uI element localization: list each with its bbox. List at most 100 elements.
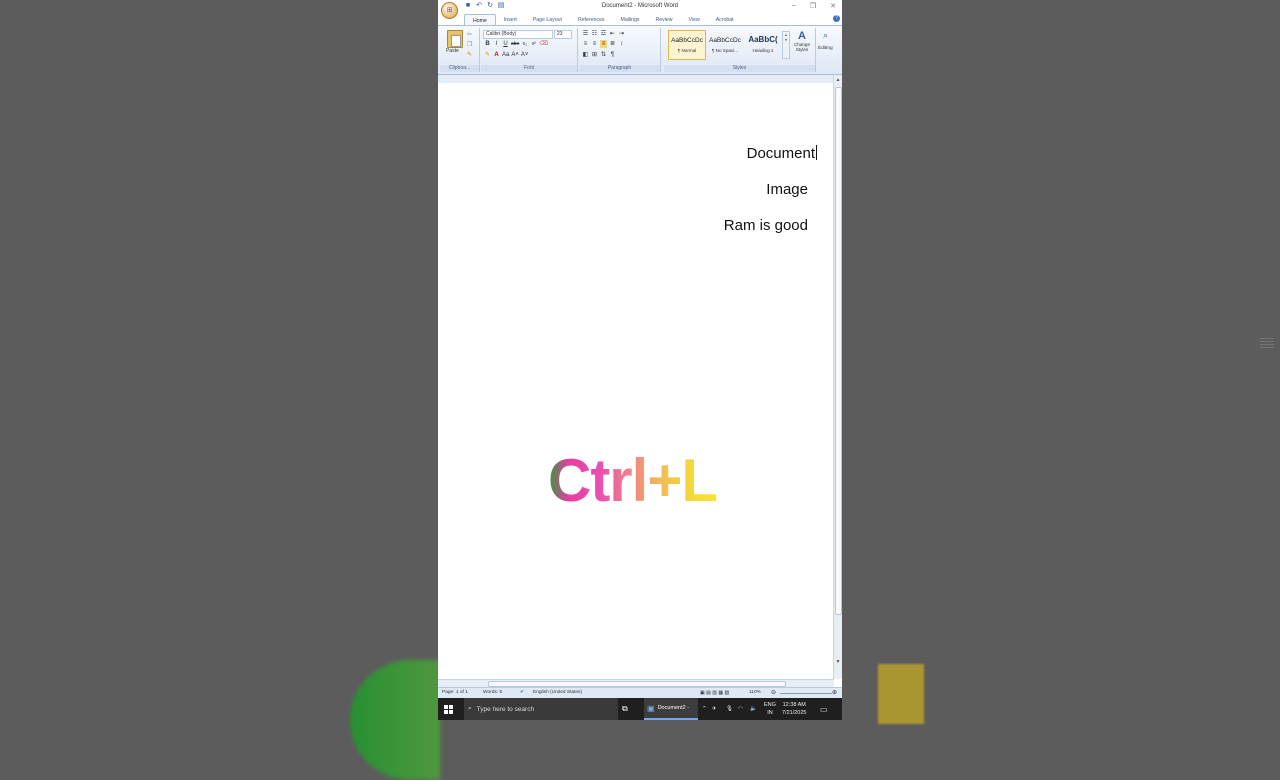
line-spacing-icon[interactable]: ↕ [618, 40, 625, 48]
shading-icon[interactable]: ◧ [582, 51, 589, 59]
page-count[interactable]: Page: 1 of 1 [442, 690, 468, 695]
bullets-icon[interactable]: ☰ [582, 30, 589, 38]
style-sample: AaBbCcDc [709, 37, 741, 44]
align-right-icon[interactable]: ≡ [600, 40, 607, 48]
show-hidden-icons[interactable]: ⌃ [702, 698, 707, 720]
font-family-select[interactable]: Calibri (Body) [483, 30, 553, 39]
bold-button[interactable]: B [484, 40, 491, 48]
word-count[interactable]: Words: 5 [483, 690, 502, 695]
underline-button[interactable]: U [502, 40, 509, 48]
justify-icon[interactable]: ≣ [609, 40, 616, 48]
tab-acrobat[interactable]: Acrobat [708, 14, 742, 25]
horizontal-scrollbar[interactable] [438, 679, 834, 687]
zoom-slider[interactable] [780, 693, 832, 694]
style-no-spacing[interactable]: AaBbCcDc ¶ No Spaci... [706, 30, 744, 60]
numbering-icon[interactable]: ☷ [591, 30, 598, 38]
volume-icon[interactable]: 🔈 [750, 698, 757, 720]
taskbar-search[interactable]: ⌕ Type here to search [464, 698, 618, 720]
notification-icon[interactable]: ▭ [820, 698, 828, 720]
network-off-icon[interactable]: ✈ [712, 698, 717, 720]
style-heading-1[interactable]: AaBbC( Heading 1 [744, 30, 782, 60]
tab-page-layout[interactable]: Page Layout [525, 14, 570, 25]
wifi-icon[interactable]: ◠ [738, 698, 743, 720]
start-button[interactable] [444, 698, 454, 720]
taskbar: ⌕ Type here to search ⧉ ▣ Document2 - ⌃ … [438, 698, 842, 720]
font-size-select[interactable]: 23 [554, 30, 572, 39]
clock[interactable]: 12:38 AM 7/21/2025 [782, 698, 806, 720]
font-color-icon[interactable]: A [493, 51, 500, 59]
search-icon: ⌕ [468, 705, 472, 712]
background-lines [1260, 338, 1274, 350]
language-indicator[interactable]: ENG IN [764, 698, 776, 720]
change-styles-button[interactable]: A Change Styles [790, 30, 814, 52]
styles-group: AaBbCcDc ¶ Normal AaBbCcDc ¶ No Spaci...… [664, 28, 816, 72]
editing-group[interactable]: ⌕ Editing [817, 28, 840, 72]
paste-label: Paste [446, 48, 459, 54]
find-icon: ⌕ [823, 30, 829, 40]
view-buttons-icon[interactable]: ▣ ▤ ▥ ▦ ▧ [700, 690, 729, 696]
multilevel-list-icon[interactable]: ☲ [600, 30, 607, 38]
paragraph-row-1: ☰ ☷ ☲ ⇤ ⇥ [582, 30, 625, 38]
close-button[interactable]: ✕ [830, 2, 836, 10]
align-center-icon[interactable]: ≡ [591, 40, 598, 48]
language-status[interactable]: English (United States) [533, 690, 582, 695]
tab-view[interactable]: View [681, 14, 708, 25]
zoom-level[interactable]: 110% [749, 690, 761, 695]
highlight-icon[interactable]: ✎ [484, 51, 491, 59]
styles-scroll[interactable]: ▴ ▾ [782, 31, 790, 59]
paragraph-row-2: ≡ ≡ ≡ ≣ ↕ [582, 40, 625, 48]
restore-button[interactable]: ❐ [810, 2, 816, 10]
clock-date: 7/21/2025 [782, 710, 807, 716]
help-icon[interactable]: ? [833, 15, 840, 22]
decrease-indent-icon[interactable]: ⇤ [609, 30, 616, 38]
borders-icon[interactable]: ⊞ [591, 51, 598, 59]
format-painter-icon[interactable]: ✎ [467, 51, 472, 58]
tab-mailings[interactable]: Mailings [613, 14, 648, 25]
paste-icon[interactable] [447, 30, 463, 48]
document-line-text: Document [746, 145, 815, 162]
scroll-down-icon[interactable]: ▼ [835, 659, 841, 665]
show-formatting-icon[interactable]: ¶ [609, 51, 616, 59]
zoom-in-icon[interactable]: ⊕ [832, 689, 837, 696]
clear-format-icon[interactable]: ⌫ [539, 40, 547, 48]
tab-insert[interactable]: Insert [496, 14, 525, 25]
sort-icon[interactable]: ⇅ [600, 51, 607, 59]
shortcut-overlay: Ctrl+L [548, 447, 718, 514]
word-window: ⊞ ■ ↶ ↻ ▤ Document2 - Microsoft Word – ❐… [438, 0, 842, 720]
increase-indent-icon[interactable]: ⇥ [618, 30, 625, 38]
change-styles-icon: A [798, 30, 806, 42]
grow-font-icon[interactable]: A˄ [511, 51, 519, 59]
change-case-icon[interactable]: Aa [502, 51, 509, 59]
zoom-out-icon[interactable]: ⊖ [771, 689, 776, 696]
document-page[interactable]: Document Image Ram is good [438, 83, 834, 679]
vertical-scrollbar[interactable]: ▲ ▼ [833, 75, 842, 679]
clipboard-group-label: Clipboa... [440, 65, 479, 72]
subscript-button[interactable]: x₂ [521, 40, 528, 48]
styles-group-label: Styles [664, 65, 815, 72]
task-view-icon[interactable]: ⧉ [622, 698, 628, 720]
align-left-icon[interactable]: ≡ [582, 40, 589, 48]
paragraph-group-label: Paragraph [579, 65, 660, 72]
microphone-icon[interactable]: 🎙 [726, 698, 733, 720]
office-button[interactable]: ⊞ [441, 2, 458, 19]
window-title: Document2 - Microsoft Word [601, 3, 679, 9]
cut-icon[interactable]: ✂ [467, 31, 472, 38]
style-name: ¶ No Spaci... [711, 48, 739, 53]
superscript-button[interactable]: x² [530, 40, 537, 48]
copy-icon[interactable]: ❐ [467, 41, 472, 48]
taskbar-word-label: Document2 - [657, 705, 690, 711]
strikethrough-button[interactable]: abe [511, 40, 519, 48]
italic-button[interactable]: I [493, 40, 500, 48]
shrink-font-icon[interactable]: A˅ [521, 51, 529, 59]
scroll-up-icon[interactable]: ▲ [835, 77, 841, 83]
taskbar-word-item[interactable]: ▣ Document2 - [644, 698, 698, 720]
style-normal[interactable]: AaBbCcDc ¶ Normal [668, 30, 706, 60]
style-sample: AaBbC( [748, 35, 778, 44]
tab-review[interactable]: Review [648, 14, 681, 25]
vertical-scroll-thumb[interactable] [835, 87, 842, 615]
tab-references[interactable]: References [570, 14, 613, 25]
clipboard-group: Paste ✂ ❐ ✎ Clipboa... [440, 28, 480, 72]
minimize-button[interactable]: – [792, 2, 796, 10]
paragraph-row-3: ◧ ⊞ ⇅ ¶ [582, 51, 616, 59]
proofing-icon[interactable]: ✔ [520, 690, 524, 695]
